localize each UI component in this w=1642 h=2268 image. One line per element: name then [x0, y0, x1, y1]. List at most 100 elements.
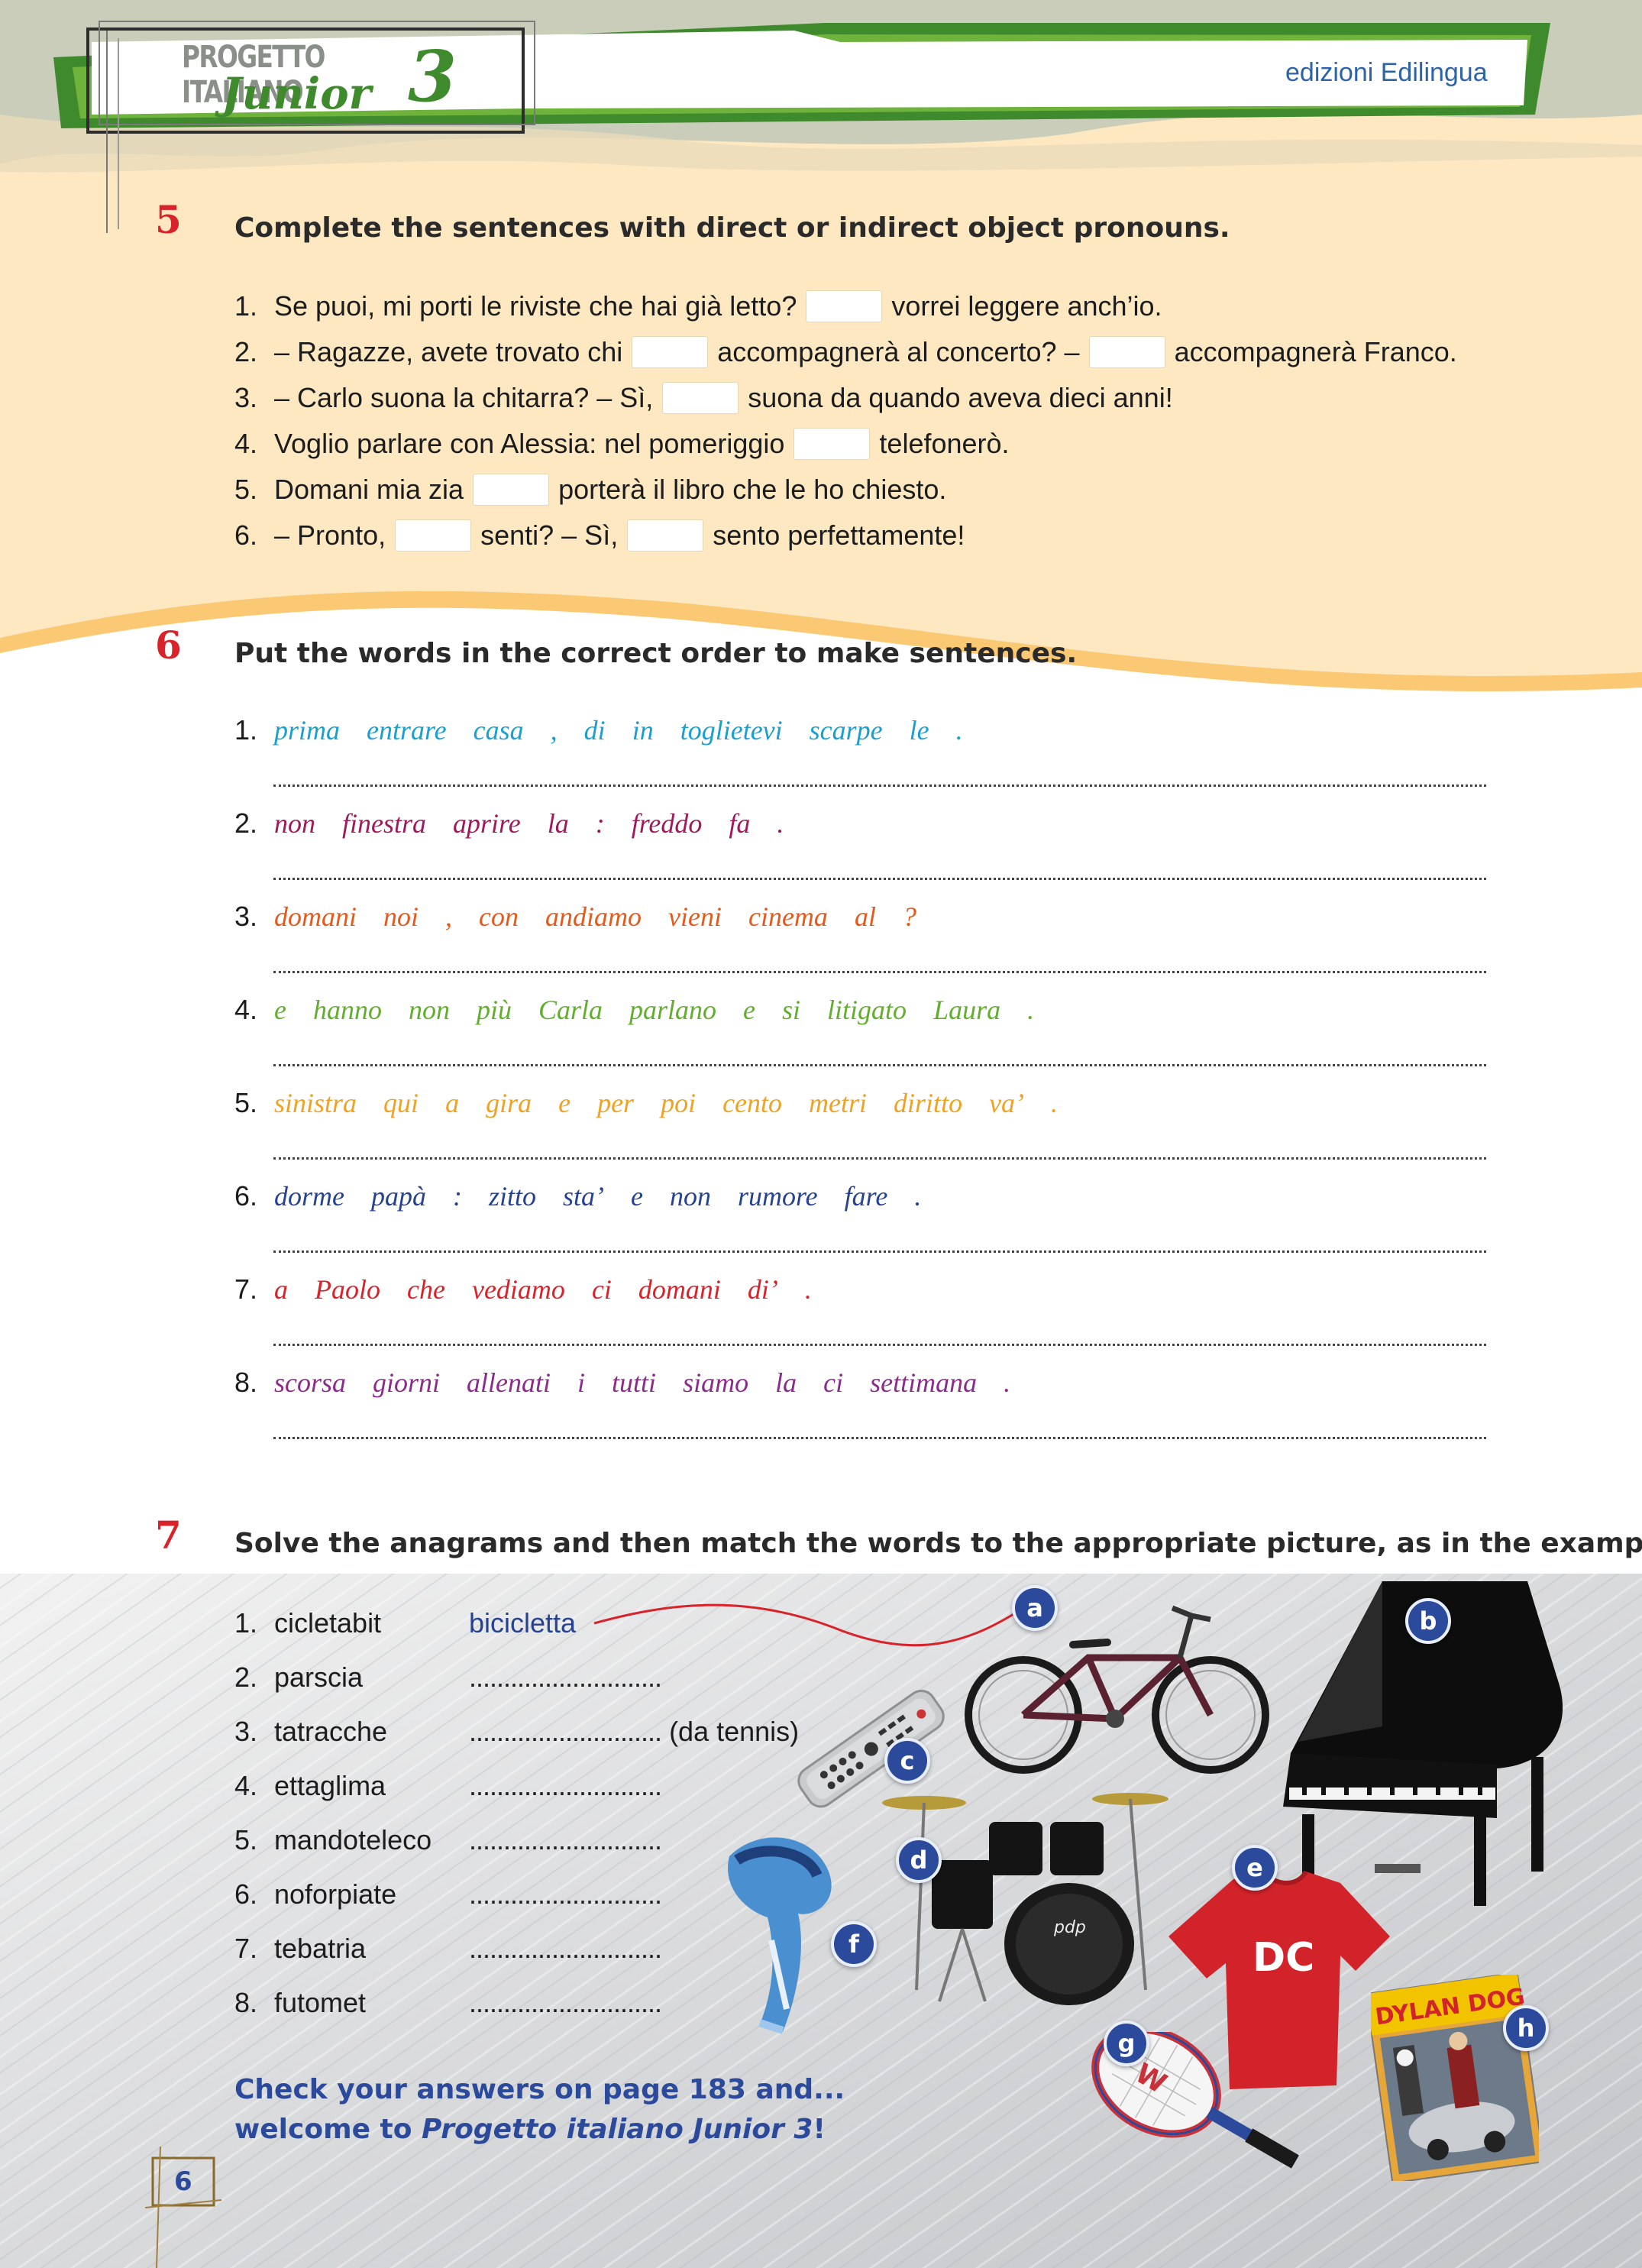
answer-box[interactable] [395, 519, 472, 552]
scrambled-word: con [479, 901, 519, 932]
scrambled-words: prima entrare casa, di in toglietevi scarpe le. [274, 714, 990, 746]
answer-line[interactable] [273, 971, 1486, 973]
scrambled-words: a Paolo che vediamo ci domani di’. [274, 1273, 839, 1305]
scrambled-word: zitto [489, 1181, 537, 1212]
exercise-5-number: 5 [155, 197, 182, 242]
answer-line[interactable] [273, 1157, 1486, 1160]
scrambled-word: : [595, 808, 605, 839]
answer-box[interactable] [627, 519, 704, 552]
scrambled-word: non [670, 1181, 711, 1212]
scrambled-words: scorsa giorni allenati i tutti siamo la ci setti… [274, 1367, 1037, 1399]
ex5-item-5: 5. Domani mia zia porterà il libro che l… [234, 474, 946, 506]
ex5-item-4: 4. Voglio parlare con Alessia: nel pomer… [234, 428, 1010, 460]
item-number: 1. [234, 1607, 258, 1639]
scrambled-word: : [453, 1181, 462, 1212]
item-number: 5. [234, 1087, 258, 1118]
answer-box[interactable] [632, 336, 709, 368]
answer-dots[interactable]: ............................ [469, 1824, 662, 1855]
ex6-item-5: 5. sinistra qui a gira e per poi cento metri dirit… [234, 1087, 1084, 1119]
scrambled-word: si [782, 995, 801, 1025]
picture-label-a: a [1012, 1585, 1058, 1631]
exercise-6-number: 6 [155, 623, 182, 668]
answer-line[interactable] [273, 1437, 1486, 1439]
answer-box[interactable] [662, 382, 739, 414]
ex6-item-2: 2. non finestra aprire la: freddo fa. [234, 807, 810, 840]
picture-label-g: g [1104, 2020, 1149, 2066]
scrambled-word: . [1051, 1088, 1059, 1118]
answer-line[interactable] [273, 878, 1486, 880]
scrambled-word: che [407, 1274, 445, 1305]
picture-label-d: d [896, 1837, 942, 1883]
scrambled-word: fa [729, 808, 751, 839]
scrambled-word: parlano [629, 995, 717, 1025]
scrambled-word: noi [383, 901, 419, 932]
page-number: 6 [174, 2166, 192, 2197]
ex5-item-3: 3. – Carlo suona la chitarra? – Sì, suon… [234, 382, 1173, 414]
scrambled-word: cinema [748, 901, 828, 932]
anagram-word: tatracche [274, 1716, 388, 1747]
answer-box[interactable] [473, 474, 550, 506]
ex7-item-6: 6. noforpiate............................ [234, 1878, 662, 1910]
check-answers-text: Check your answers on page 183 and... we… [234, 2070, 845, 2150]
sentence-text: vorrei leggere anch’io. [891, 290, 1162, 322]
anagram-word: mandoteleco [274, 1824, 432, 1855]
scrambled-word: andiamo [545, 901, 642, 932]
logo-number: 3 [408, 35, 457, 118]
comic-book-picture: DYLAN DOG [1371, 1975, 1539, 2181]
scrambled-word: e [743, 995, 756, 1025]
sentence-text: – Ragazze, avete trovato chi [274, 336, 623, 367]
scrambled-word: , [445, 901, 453, 932]
book-title: Progetto italiano Junior 3 [422, 2114, 813, 2145]
answer-dots[interactable]: ............................ [469, 1770, 662, 1801]
answer-dots[interactable]: ............................ [469, 1987, 662, 2018]
answer-line[interactable] [273, 785, 1486, 787]
answer-box[interactable] [806, 290, 883, 322]
ex6-item-3: 3. domani noi, con andiamo vieni cinema al? [234, 901, 943, 933]
scrambled-word: e [274, 995, 286, 1025]
scrambled-word: più [476, 995, 512, 1025]
scrambled-words: e hanno non più Carla parlano e si litigato Laura… [274, 994, 1061, 1026]
answer-dots[interactable]: ............................ [469, 1933, 662, 1964]
scrambled-word: rumore [738, 1181, 818, 1212]
scrambled-word: papà [371, 1181, 426, 1212]
logo: PROGETTO ITALIANO Junior 3 [182, 35, 503, 131]
ex5-item-2: 2. – Ragazze, avete trovato chi accompag… [234, 336, 1457, 368]
item-number: 6. [234, 519, 258, 551]
item-number: 1. [234, 714, 258, 746]
drum-kit-picture: pdp [882, 1793, 1168, 2005]
logo-junior: Junior [221, 69, 372, 119]
answer-box[interactable] [1088, 336, 1165, 368]
ex7-item-3: 3. tatracche............................(… [234, 1716, 799, 1748]
drum-logo: pdp [1053, 1918, 1086, 1937]
sentence-text: accompagnerà Franco. [1174, 336, 1457, 367]
sentence-text: – Carlo suona la chitarra? – Sì, [274, 382, 654, 413]
answer-line[interactable] [273, 1344, 1486, 1346]
scrambled-words: sinistra qui a gira e per poi cento metri diritto… [274, 1087, 1084, 1119]
scrambled-word: freddo [631, 808, 703, 839]
ex5-item-6: 6. – Pronto, senti? – Sì, sento perfetta… [234, 519, 965, 552]
answer-dots[interactable]: ............................ [469, 1878, 662, 1910]
scrambled-word: va’ [989, 1088, 1025, 1118]
item-number: 7. [234, 1933, 258, 1964]
bicycle-picture [965, 1605, 1269, 1774]
ex7-item-4: 4. ettaglima............................ [234, 1770, 662, 1802]
scrambled-word: non [274, 808, 315, 839]
scrambled-word: entrare [367, 715, 447, 746]
answer-line[interactable] [273, 1250, 1486, 1253]
item-number: 3. [234, 382, 258, 413]
answer-dots[interactable]: ............................ [469, 1716, 662, 1747]
scrambled-word: . [777, 808, 784, 839]
item-number: 3. [234, 901, 258, 932]
scrambled-word: vieni [668, 901, 722, 932]
scrambled-word: ? [902, 901, 916, 932]
scrambled-word: poi [661, 1088, 697, 1118]
anagram-word: ettaglima [274, 1770, 386, 1801]
item-number: 3. [234, 1716, 258, 1747]
scrambled-word: hanno [312, 995, 382, 1025]
anagram-word: noforpiate [274, 1878, 397, 1910]
answer-box[interactable] [794, 428, 871, 460]
answer-line[interactable] [273, 1064, 1486, 1066]
item-number: 4. [234, 1770, 258, 1801]
scrambled-word: Laura [933, 995, 1001, 1025]
scrambled-word: i [577, 1367, 586, 1398]
